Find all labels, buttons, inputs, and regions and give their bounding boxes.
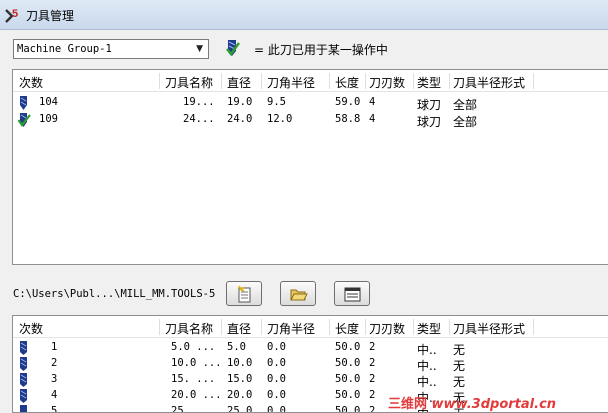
col-header-diameter[interactable]: 直径 — [227, 320, 251, 337]
endmill-checkmark-icon — [18, 113, 31, 127]
col-header-flutes[interactable]: 刀刃数 — [369, 74, 405, 91]
library-list-icon — [344, 287, 361, 302]
list-header: 次数 刀具名称 直径 刀角半径 长度 刀刃数 类型 刀具半径形式 — [13, 70, 608, 92]
open-library-button[interactable] — [280, 281, 316, 306]
col-header-length[interactable]: 长度 — [335, 74, 359, 91]
tool-manager-dialog: Machine Group-1 ▼ = 此刀已用于某一操作中 次数 刀具名称 直… — [0, 30, 608, 413]
endmill-tool-icon — [20, 357, 27, 371]
svg-text:5: 5 — [12, 8, 18, 20]
library-path: C:\Users\Publ...\MILL_MM.TOOLS-5 — [13, 288, 216, 300]
col-header-length[interactable]: 长度 — [335, 320, 359, 337]
col-header-corner-radius[interactable]: 刀角半径 — [267, 320, 315, 337]
group-tools-list[interactable]: 次数 刀具名称 直径 刀角半径 长度 刀刃数 类型 刀具半径形式 104 19.… — [12, 69, 608, 265]
col-header-corner-radius[interactable]: 刀角半径 — [267, 74, 315, 91]
open-folder-icon — [290, 289, 308, 301]
col-header-radius-type[interactable]: 刀具半径形式 — [453, 320, 525, 337]
table-row[interactable]: 2 10.0 ... 10.0 0.0 50.0 2 中.. 无 — [13, 356, 608, 373]
new-tool-icon — [238, 286, 251, 303]
col-header-diameter[interactable]: 直径 — [227, 74, 251, 91]
endmill-tool-icon — [20, 96, 27, 110]
endmill-tool-icon — [20, 405, 27, 412]
col-header-number[interactable]: 次数 — [19, 320, 43, 337]
table-row[interactable]: 104 19... 19.0 9.5 59.0 4 球刀 全部 — [13, 95, 608, 112]
col-header-radius-type[interactable]: 刀具半径形式 — [453, 74, 525, 91]
list-header: 次数 刀具名称 直径 刀角半径 长度 刀刃数 类型 刀具半径形式 — [13, 316, 608, 338]
endmill-tool-icon — [20, 341, 27, 355]
table-row[interactable]: 109 24... 24.0 12.0 58.8 4 球刀 全部 — [13, 112, 608, 129]
table-row[interactable]: 1 5.0 ... 5.0 0.0 50.0 2 中.. 无 — [13, 340, 608, 357]
endmill-checkmark-icon — [226, 40, 240, 56]
endmill-tool-icon — [20, 389, 27, 403]
machine-group-value: Machine Group-1 — [17, 43, 112, 55]
col-header-tool-name[interactable]: 刀具名称 — [165, 74, 213, 91]
col-header-flutes[interactable]: 刀刃数 — [369, 320, 405, 337]
legend-text: = 此刀已用于某一操作中 — [254, 43, 388, 57]
chevron-down-icon[interactable]: ▼ — [196, 44, 203, 54]
table-row[interactable]: 3 15. ... 15.0 0.0 50.0 2 中.. 无 — [13, 372, 608, 389]
title-bar: 5 刀具管理 — [0, 0, 608, 30]
col-header-tool-name[interactable]: 刀具名称 — [165, 320, 213, 337]
site-watermark: 三维网 www.3dportal.cn — [388, 397, 557, 412]
window-title: 刀具管理 — [26, 9, 75, 23]
col-header-type[interactable]: 类型 — [417, 320, 441, 337]
col-header-type[interactable]: 类型 — [417, 74, 441, 91]
machine-group-select[interactable]: Machine Group-1 ▼ — [13, 39, 209, 59]
mastercam-icon: 5 — [5, 8, 18, 23]
library-view-button[interactable] — [334, 281, 370, 306]
col-header-number[interactable]: 次数 — [19, 74, 43, 91]
endmill-tool-icon — [20, 373, 27, 387]
new-tool-button[interactable] — [226, 281, 262, 306]
